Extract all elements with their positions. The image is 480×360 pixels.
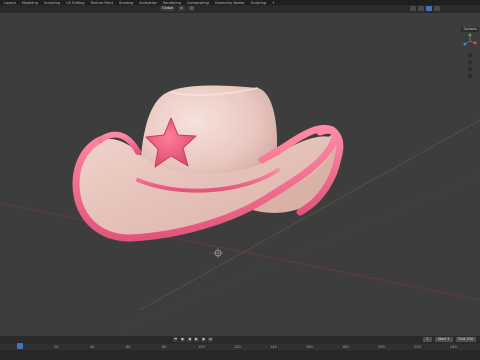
- x-axis-line: [0, 202, 480, 301]
- workspace-tab[interactable]: Animation: [139, 1, 157, 5]
- timeline-body[interactable]: [0, 350, 480, 360]
- ruler-tick-label: 60: [126, 345, 131, 349]
- transform-orientation-dropdown[interactable]: Global: [160, 6, 176, 11]
- wireframe-shading-icon[interactable]: [410, 6, 416, 11]
- end-frame-field[interactable]: End 250: [455, 337, 476, 342]
- end-value: 250: [466, 337, 473, 341]
- ruler-tick-label: 100: [198, 345, 205, 349]
- viewport-header: Global ⊙ ◎: [0, 5, 480, 13]
- zoom-icon: [467, 52, 473, 58]
- workspace-tab[interactable]: Rendering: [163, 1, 181, 5]
- ruler-tick-label: 140: [270, 345, 277, 349]
- prev-keyframe-icon[interactable]: ◆: [180, 337, 185, 342]
- ruler-tick-label: 200: [378, 345, 385, 349]
- next-keyframe-icon[interactable]: ◆: [201, 337, 206, 342]
- jump-start-icon[interactable]: ⏮: [173, 337, 178, 342]
- start-value: 1: [447, 337, 450, 341]
- play-icon[interactable]: ▶: [194, 337, 199, 342]
- workspace-tab[interactable]: Scripting: [250, 1, 266, 5]
- ruler-tick-label: 80: [162, 345, 167, 349]
- navigation-gizmo-icon[interactable]: [462, 29, 478, 89]
- playhead[interactable]: [17, 343, 23, 349]
- end-label: End: [458, 337, 466, 341]
- timeline-header: ⏮ ◆ ◀ ▶ ◆ ⏭ 1 Start 1 End 250: [0, 336, 480, 344]
- workspace-tab[interactable]: UV Editing: [66, 1, 84, 5]
- workspace-tab[interactable]: Geometry Nodes: [215, 1, 245, 5]
- jump-end-icon[interactable]: ⏭: [208, 337, 213, 342]
- start-frame-field[interactable]: Start 1: [434, 337, 453, 342]
- proportional-edit-icon[interactable]: ◎: [188, 6, 196, 11]
- ruler-tick-label: 20: [54, 345, 59, 349]
- workspace-tab[interactable]: Texture Paint: [90, 1, 113, 5]
- workspace-tab[interactable]: Layout: [4, 1, 16, 5]
- workspace-tab[interactable]: Sculpting: [44, 1, 60, 5]
- viewport-canvas: [0, 85, 480, 331]
- 3d-viewport[interactable]: Options: [0, 13, 480, 336]
- start-label: Start: [437, 337, 447, 341]
- ruler-tick-label: 40: [90, 345, 95, 349]
- ruler-tick-label: 240: [450, 345, 457, 349]
- ruler-tick-label: 120: [234, 345, 241, 349]
- ruler-tick-label: 220: [414, 345, 421, 349]
- ruler-tick-label: 160: [306, 345, 313, 349]
- workspace-tab[interactable]: +: [272, 1, 275, 5]
- cowboy-hat-model: [72, 85, 344, 242]
- workspace-tab[interactable]: Shading: [119, 1, 133, 5]
- solid-shading-icon[interactable]: [418, 6, 424, 11]
- material-preview-shading-icon[interactable]: [426, 6, 432, 11]
- current-frame-field[interactable]: 1: [423, 337, 432, 342]
- rendered-shading-icon[interactable]: [434, 6, 440, 11]
- ruler-tick-label: 180: [342, 345, 349, 349]
- workspace-tab[interactable]: Modeling: [22, 1, 38, 5]
- snap-icon[interactable]: ⊙: [178, 6, 186, 11]
- camera-icon: [467, 66, 473, 72]
- pan-icon: [467, 59, 473, 65]
- perspective-icon: [467, 73, 473, 79]
- workspace-tab[interactable]: Compositing: [187, 1, 209, 5]
- play-reverse-icon[interactable]: ◀: [187, 337, 192, 342]
